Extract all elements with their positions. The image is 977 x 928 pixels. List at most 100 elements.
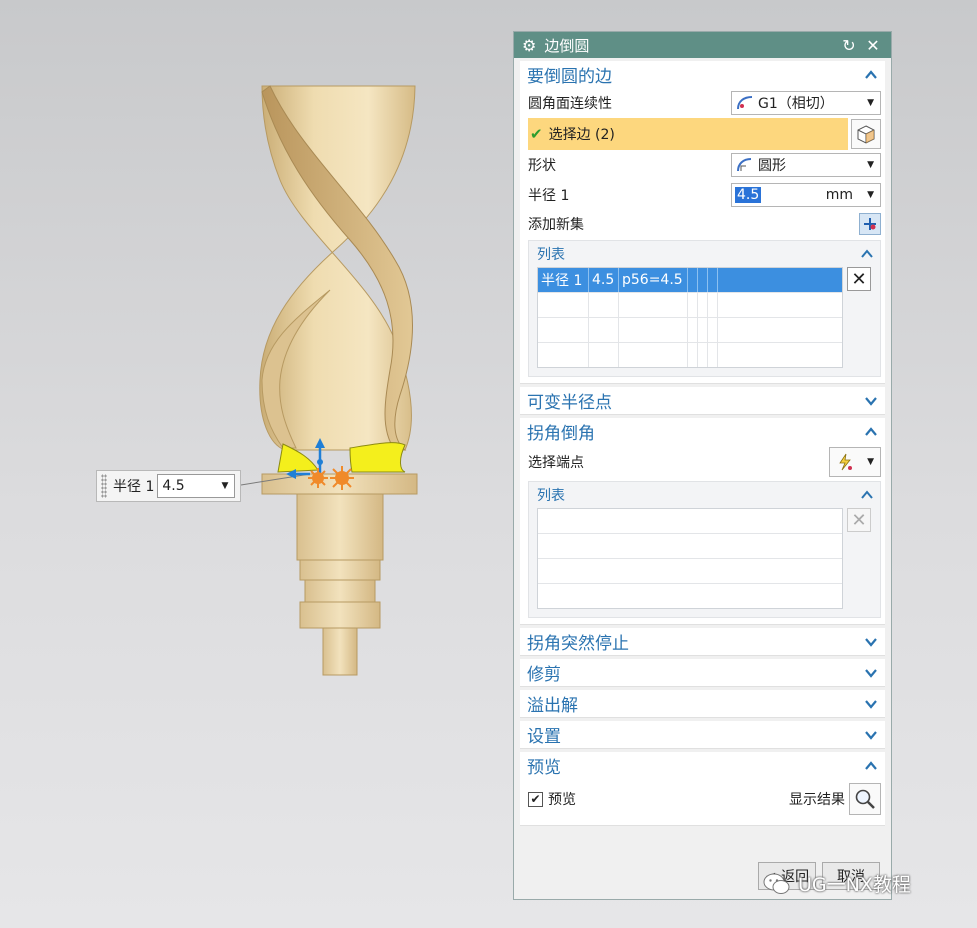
table-cell [708, 268, 718, 292]
table-cell: 4.5 [589, 268, 619, 292]
select-endpoint-button[interactable]: ▼ [829, 447, 881, 477]
section-preview-title: 预览 [527, 758, 561, 778]
floating-radius-input: 半径 1 4.5 ▼ [96, 470, 241, 502]
section-preview: 预览 ✔ 预览 显示结果 [520, 752, 885, 826]
shape-label: 形状 [528, 158, 556, 174]
table-cell [538, 343, 589, 367]
endpoints-list-title: 列表 [537, 488, 565, 504]
table-row[interactable] [538, 509, 842, 534]
preview-checkbox[interactable]: ✔ [528, 791, 543, 807]
endpoints-list-header[interactable]: 列表 [537, 482, 874, 508]
section-settings-title: 设置 [527, 727, 561, 747]
add-set-label: 添加新集 [528, 217, 584, 233]
endpoint-select-icon [839, 453, 852, 471]
preview-checkbox-label: 预览 [548, 792, 576, 808]
floating-radius-field[interactable]: 4.5 ▼ [157, 474, 236, 498]
section-settings-header[interactable]: 设置 [520, 721, 885, 748]
table-row[interactable] [538, 343, 842, 367]
twisted-column-model[interactable] [0, 0, 512, 928]
continuity-select[interactable]: G1（相切） ▼ [731, 91, 881, 115]
section-corner-setback-header[interactable]: 拐角倒角 [520, 418, 885, 445]
show-result-button[interactable] [849, 783, 881, 815]
endpoints-list-table [537, 508, 843, 609]
section-preview-header[interactable]: 预览 [520, 752, 885, 779]
dropdown-arrow-icon: ▼ [867, 98, 874, 108]
preview-row: ✔ 预览 显示结果 [528, 779, 881, 819]
section-corner-stop-header[interactable]: 拐角突然停止 [520, 628, 885, 655]
table-row[interactable] [538, 293, 842, 318]
endpoint-row: 选择端点 ▼ [528, 445, 881, 479]
edges-list-title: 列表 [537, 247, 565, 263]
section-variable-radius-title: 可变半径点 [527, 393, 612, 413]
edges-list-table: 半径 1 4.5 p56=4.5 [537, 267, 843, 368]
select-edge-row: ✔ 选择边 (2) [528, 118, 881, 150]
chevron-down-icon[interactable] [864, 635, 878, 649]
edges-list-header[interactable]: 列表 [537, 241, 874, 267]
section-overflow-header[interactable]: 溢出解 [520, 690, 885, 717]
table-cell [538, 293, 589, 317]
table-row[interactable] [538, 534, 842, 559]
table-cell [589, 293, 619, 317]
close-icon: ✕ [851, 268, 867, 290]
delete-row-button[interactable]: ✕ [847, 267, 871, 291]
watermark-text: UG一NX教程 [798, 874, 911, 896]
delete-row-button[interactable]: ✕ [847, 508, 871, 532]
dialog-titlebar: ⚙ 边倒圆 ↻ ✕ [514, 32, 891, 58]
table-row[interactable]: 半径 1 4.5 p56=4.5 [538, 268, 842, 293]
section-corner-setback-title: 拐角倒角 [527, 424, 595, 444]
table-cell [708, 293, 718, 317]
section-overflow: 溢出解 [520, 690, 885, 718]
section-trim-header[interactable]: 修剪 [520, 659, 885, 686]
table-row[interactable] [538, 559, 842, 584]
table-cell: p56=4.5 [619, 268, 688, 292]
close-icon[interactable]: ✕ [863, 36, 883, 55]
table-cell [619, 343, 688, 367]
select-edge-button[interactable]: ✔ 选择边 (2) [528, 118, 848, 150]
endpoint-label: 选择端点 [528, 455, 584, 471]
table-row[interactable] [538, 318, 842, 343]
shape-value: 圆形 [758, 158, 786, 174]
section-settings: 设置 [520, 721, 885, 749]
magnifier-icon [855, 789, 875, 809]
continuity-row: 圆角面连续性 G1（相切） ▼ [528, 88, 881, 118]
table-cell [698, 268, 708, 292]
radius-label: 半径 1 [528, 188, 570, 204]
table-cell: 半径 1 [538, 268, 589, 292]
chevron-down-icon[interactable] [864, 728, 878, 742]
graphics-viewport[interactable]: 半径 1 4.5 ▼ [0, 0, 512, 928]
table-cell [538, 318, 589, 342]
table-cell [708, 343, 718, 367]
reset-icon[interactable]: ↻ [839, 36, 859, 55]
endpoints-list-panel: 列表 ✕ [528, 481, 881, 618]
chevron-up-icon[interactable] [864, 68, 878, 82]
add-new-set-button[interactable] [859, 213, 881, 235]
chevron-up-icon[interactable] [860, 247, 874, 261]
chevron-down-icon[interactable] [864, 394, 878, 408]
circular-shape-icon [737, 158, 752, 172]
section-edges-header[interactable]: 要倒圆的边 [520, 61, 885, 88]
section-variable-radius-header[interactable]: 可变半径点 [520, 387, 885, 414]
section-trim: 修剪 [520, 659, 885, 687]
radius-row: 半径 1 4.5 mm ▼ [528, 180, 881, 210]
edge-selector-button[interactable] [851, 119, 881, 149]
shape-select[interactable]: 圆形 ▼ [731, 153, 881, 177]
section-corner-stop: 拐角突然停止 [520, 628, 885, 656]
radius-value: 4.5 [735, 187, 762, 203]
section-trim-title: 修剪 [527, 665, 561, 685]
chevron-down-icon[interactable] [864, 697, 878, 711]
chevron-up-icon[interactable] [860, 488, 874, 502]
dropdown-arrow-icon[interactable]: ▼ [867, 190, 874, 200]
table-row[interactable] [538, 584, 842, 608]
table-cell [589, 343, 619, 367]
table-cell [619, 293, 688, 317]
chevron-up-icon[interactable] [864, 759, 878, 773]
dropdown-arrow-icon[interactable]: ▼ [221, 481, 228, 491]
chevron-up-icon[interactable] [864, 425, 878, 439]
table-cell [698, 343, 708, 367]
chevron-down-icon[interactable] [864, 666, 878, 680]
grip-handle-icon[interactable] [101, 474, 107, 498]
radius-input[interactable]: 4.5 mm ▼ [731, 183, 881, 207]
close-icon: ✕ [851, 509, 867, 531]
gear-icon: ⚙ [522, 35, 537, 55]
watermark: UG一NX教程 [762, 870, 911, 897]
